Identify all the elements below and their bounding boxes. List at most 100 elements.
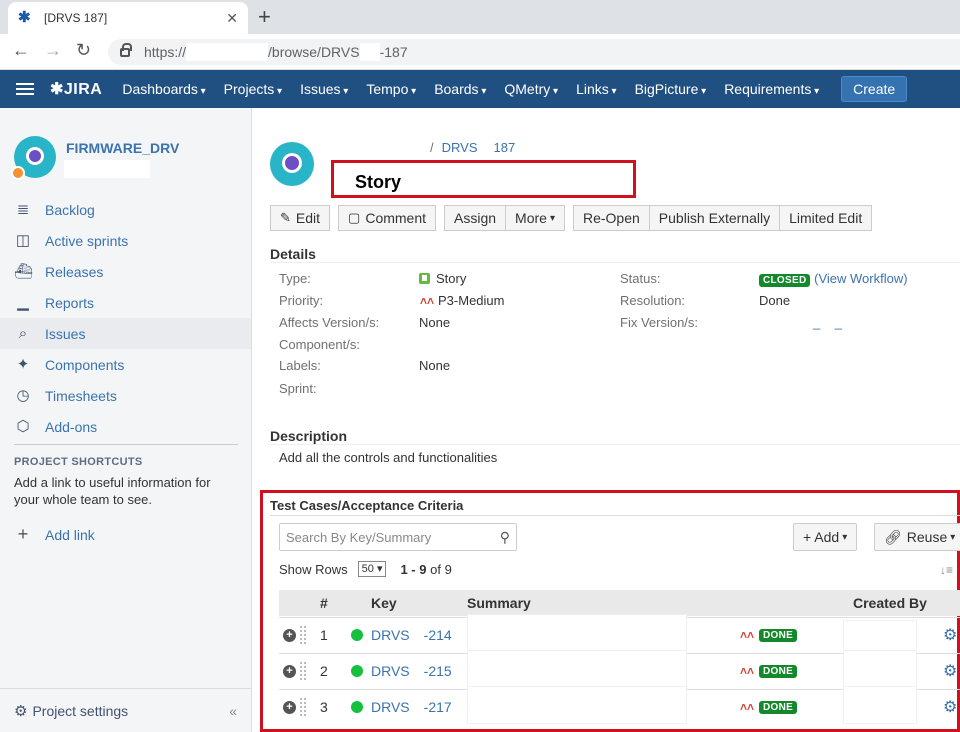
expand-row-icon[interactable]: +	[283, 700, 296, 714]
sidebar-item-timesheets[interactable]: ◷ Timesheets	[0, 380, 251, 411]
sidebar-item-reports[interactable]: ▁ Reports	[0, 287, 251, 318]
priority-icon: ˄˄	[740, 664, 755, 678]
sidebar-item-releases[interactable]: ⛴ Releases	[0, 256, 251, 287]
project-badge-icon	[11, 166, 25, 180]
menu-qmetry[interactable]: QMetry	[504, 81, 558, 97]
add-link-button[interactable]: + Add link	[14, 524, 95, 545]
edit-button[interactable]: ✎ Edit	[270, 205, 331, 231]
project-name[interactable]: FIRMWARE_DRV	[66, 140, 179, 156]
menu-icon[interactable]	[16, 80, 34, 98]
table-row[interactable]: + 3 DRVS -217 ˄˄ DONE ⚙	[279, 686, 960, 724]
col-number[interactable]: #	[320, 595, 328, 611]
menu-projects[interactable]: Projects	[224, 81, 282, 97]
project-settings-link[interactable]: ⚙ Project settings «	[0, 688, 251, 732]
issues-search-icon: ⌕	[18, 324, 28, 342]
forward-icon[interactable]: →	[44, 40, 62, 61]
publish-externally-button[interactable]: Publish Externally	[649, 205, 781, 231]
url-path: /browse/DRVS	[268, 44, 360, 60]
sidebar-item-label: Active sprints	[45, 232, 129, 249]
browser-tab[interactable]: ✱ [DRVS 187] ✕	[8, 2, 248, 34]
menu-requirements[interactable]: Requirements	[724, 81, 819, 97]
sidebar-nav: ≣ Backlog ◫ Active sprints ⛴ Releases ▁ …	[0, 194, 251, 442]
gear-icon: ⚙	[14, 702, 28, 720]
drag-handle-icon[interactable]	[300, 698, 306, 716]
table-row[interactable]: + 2 DRVS -215 ˄˄ DONE ⚙	[279, 650, 960, 690]
test-cases-title: Test Cases/Acceptance Criteria	[270, 498, 464, 513]
menu-tempo[interactable]: Tempo	[366, 81, 416, 97]
reopen-button[interactable]: Re-Open	[572, 205, 650, 231]
add-test-case-button[interactable]: + Add	[793, 523, 858, 551]
rows-per-page-select[interactable]: 50 ▾	[357, 561, 387, 577]
assign-button[interactable]: Assign	[444, 205, 507, 231]
menu-bigpicture[interactable]: BigPicture	[635, 81, 707, 97]
chart-icon: ▁	[17, 293, 29, 311]
sidebar-item-components[interactable]: ✦ Components	[0, 349, 251, 380]
menu-dashboards[interactable]: Dashboards	[122, 81, 205, 97]
menu-boards[interactable]: Boards	[434, 81, 486, 97]
test-case-search-input[interactable]: Search By Key/Summary ⚲	[279, 523, 517, 551]
tab-title: [DRVS 187]	[44, 11, 108, 25]
row-key-link[interactable]: DRVS -217	[371, 699, 452, 715]
collapse-sidebar-icon[interactable]: «	[229, 703, 237, 719]
close-tab-icon[interactable]: ✕	[226, 10, 238, 27]
drag-handle-icon[interactable]	[300, 662, 306, 680]
sort-icon[interactable]: ↓≡	[940, 563, 953, 577]
menu-issues[interactable]: Issues	[300, 81, 348, 97]
fix-version-link-redacted[interactable]: _ _	[813, 315, 842, 330]
sidebar-item-backlog[interactable]: ≣ Backlog	[0, 194, 251, 225]
details-heading: Details	[270, 246, 316, 262]
new-tab-icon[interactable]: +	[258, 4, 271, 30]
gear-icon[interactable]: ⚙	[943, 661, 957, 681]
test-case-icon	[351, 701, 363, 713]
status-value: CLOSED (View Workflow)	[759, 271, 908, 287]
breadcrumb-project[interactable]: DRVS	[442, 140, 478, 155]
reload-icon[interactable]: ↻	[76, 40, 91, 61]
fix-version-label: Fix Version/s:	[620, 315, 699, 330]
view-workflow-link[interactable]: (View Workflow)	[814, 271, 907, 286]
sidebar-item-active-sprints[interactable]: ◫ Active sprints	[0, 225, 251, 256]
reuse-button[interactable]: 🔗︎ Reuse	[874, 523, 960, 551]
sidebar-item-label: Issues	[45, 325, 86, 342]
header-menu: Dashboards Projects Issues Tempo Boards …	[122, 81, 837, 97]
create-button[interactable]: Create	[841, 76, 908, 102]
show-rows: Show Rows 50 ▾ 1 - 9 of 9	[279, 561, 452, 577]
col-key[interactable]: Key	[371, 595, 397, 611]
url-redacted	[186, 43, 269, 61]
status-label: Status:	[620, 271, 661, 286]
description-heading: Description	[270, 428, 348, 444]
sidebar-item-label: Add-ons	[45, 418, 98, 435]
sprint-label: Sprint:	[279, 381, 317, 396]
expand-row-icon[interactable]: +	[283, 628, 296, 642]
menu-links[interactable]: Links	[576, 81, 617, 97]
sidebar-item-issues[interactable]: ⌕ Issues	[0, 318, 251, 349]
search-icon[interactable]: ⚲	[500, 529, 510, 546]
more-button[interactable]: More	[506, 205, 565, 231]
backlog-icon: ≣	[16, 200, 30, 218]
col-summary[interactable]: Summary	[467, 595, 531, 611]
breadcrumb-issue-key[interactable]: 187	[494, 140, 516, 155]
row-number: 3	[320, 699, 328, 715]
sidebar-item-label: Timesheets	[45, 387, 117, 404]
limited-edit-button[interactable]: Limited Edit	[780, 205, 873, 231]
col-created-by[interactable]: Created By	[853, 595, 927, 611]
issue-summary[interactable]: Story	[355, 172, 401, 193]
sidebar-item-add-ons[interactable]: ⬡ Add-ons	[0, 411, 251, 442]
jira-logo[interactable]: ✱JIRA	[50, 79, 102, 99]
browser-tabstrip: ✱ [DRVS 187] ✕ +	[0, 0, 960, 34]
table-row[interactable]: + 1 DRVS -214 ˄˄ DONE ⚙	[279, 614, 960, 654]
row-key-link[interactable]: DRVS -214	[371, 627, 452, 643]
drag-handle-icon[interactable]	[300, 626, 306, 644]
clock-icon: ◷	[16, 386, 30, 404]
back-icon[interactable]: ←	[12, 40, 30, 61]
addon-icon: ⬡	[16, 417, 30, 435]
priority-value: ˄˄ P3-Medium	[420, 293, 505, 308]
row-key-link[interactable]: DRVS -215	[371, 663, 452, 679]
gear-icon[interactable]: ⚙	[943, 697, 957, 717]
gear-icon[interactable]: ⚙	[943, 625, 957, 645]
expand-row-icon[interactable]: +	[283, 664, 296, 678]
project-avatar[interactable]	[270, 142, 314, 186]
show-rows-label: Show Rows	[279, 561, 348, 577]
resolution-label: Resolution:	[620, 293, 686, 308]
url-field[interactable]: https:// /browse/DRVS -187	[108, 39, 960, 65]
comment-button[interactable]: ▢ Comment	[338, 205, 437, 231]
